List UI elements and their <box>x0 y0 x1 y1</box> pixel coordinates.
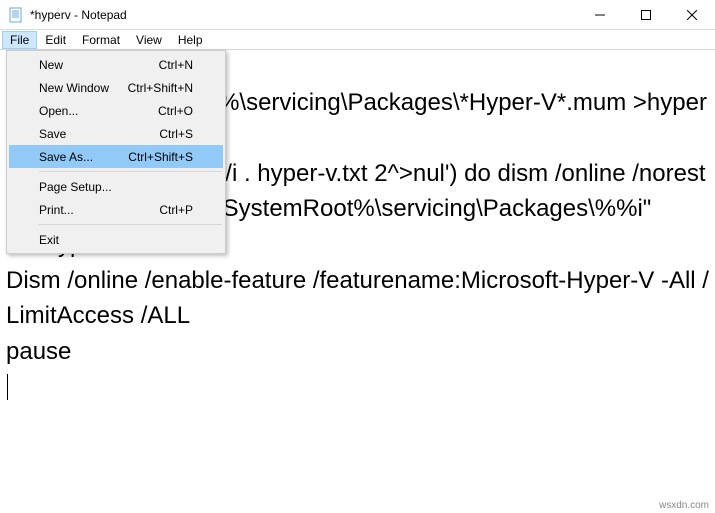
menu-separator <box>39 224 222 225</box>
menu-item-page-setup[interactable]: Page Setup... <box>9 175 223 198</box>
menu-bar: File Edit Format View Help <box>0 30 715 50</box>
menu-item-new-window[interactable]: New Window Ctrl+Shift+N <box>9 76 223 99</box>
minimize-button[interactable] <box>577 0 623 29</box>
menu-item-label: New Window <box>39 81 128 95</box>
menu-item-save[interactable]: Save Ctrl+S <box>9 122 223 145</box>
text-caret <box>7 374 8 400</box>
menu-item-save-as[interactable]: Save As... Ctrl+Shift+S <box>9 145 223 168</box>
close-button[interactable] <box>669 0 715 29</box>
menu-file[interactable]: File <box>2 31 37 49</box>
menu-item-print[interactable]: Print... Ctrl+P <box>9 198 223 221</box>
menu-item-label: Page Setup... <box>39 180 193 194</box>
menu-item-open[interactable]: Open... Ctrl+O <box>9 99 223 122</box>
menu-item-label: Save As... <box>39 150 128 164</box>
menu-format[interactable]: Format <box>74 31 128 49</box>
maximize-button[interactable] <box>623 0 669 29</box>
menu-item-shortcut: Ctrl+Shift+S <box>128 150 193 164</box>
menu-view[interactable]: View <box>128 31 170 49</box>
menu-item-label: Open... <box>39 104 158 118</box>
menu-item-new[interactable]: New Ctrl+N <box>9 53 223 76</box>
menu-separator <box>39 171 222 172</box>
window-title: *hyperv - Notepad <box>30 8 577 22</box>
menu-item-shortcut: Ctrl+N <box>159 58 193 72</box>
menu-item-label: Print... <box>39 203 159 217</box>
menu-item-shortcut: Ctrl+O <box>158 104 193 118</box>
menu-item-shortcut: Ctrl+S <box>159 127 193 141</box>
menu-item-exit[interactable]: Exit <box>9 228 223 251</box>
menu-item-shortcut: Ctrl+Shift+N <box>128 81 193 95</box>
menu-edit[interactable]: Edit <box>37 31 74 49</box>
window-controls <box>577 0 715 29</box>
menu-item-label: Save <box>39 127 159 141</box>
menu-help[interactable]: Help <box>170 31 211 49</box>
notepad-icon <box>8 7 24 23</box>
menu-item-label: Exit <box>39 233 193 247</box>
file-menu-dropdown: New Ctrl+N New Window Ctrl+Shift+N Open.… <box>6 50 226 254</box>
menu-item-shortcut: Ctrl+P <box>159 203 193 217</box>
menu-item-label: New <box>39 58 159 72</box>
title-bar: *hyperv - Notepad <box>0 0 715 30</box>
watermark: wsxdn.com <box>659 500 709 511</box>
